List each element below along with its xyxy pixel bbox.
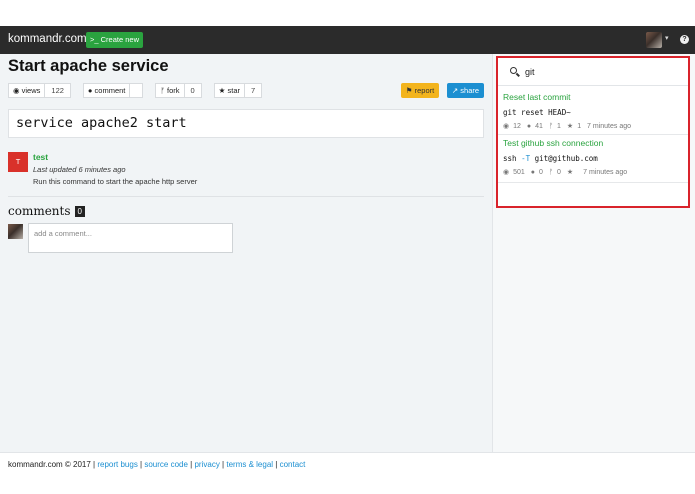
report-button[interactable]: ⚑ report: [401, 83, 439, 98]
command-text[interactable]: service apache2 start: [8, 109, 484, 138]
command-flag: -T: [521, 154, 531, 163]
result-command: ssh -T git@github.com: [503, 154, 688, 163]
brand-logo[interactable]: kommandr.com: [8, 33, 87, 45]
comment-icon: ●: [526, 123, 532, 130]
comment-count: [130, 84, 142, 97]
footer-link-privacy[interactable]: privacy: [194, 460, 219, 469]
comment-label: comment: [94, 86, 126, 95]
share-button[interactable]: ↗ share: [447, 83, 484, 98]
copyright: kommandr.com © 2017: [8, 460, 91, 469]
result-time: 7 minutes ago: [583, 169, 628, 176]
result-title[interactable]: Test github ssh connection: [503, 138, 688, 148]
star-label: star: [227, 86, 240, 95]
result-views: 12: [513, 123, 521, 130]
navbar: kommandr.com >_ Create new ▾ ?: [0, 26, 695, 54]
footer: kommandr.com © 2017 | report bugs | sour…: [0, 452, 695, 494]
result-stars: 1: [577, 123, 582, 130]
user-avatar[interactable]: [646, 32, 662, 48]
comment-icon: ●: [87, 86, 95, 95]
result-time: 7 minutes ago: [587, 123, 632, 130]
fork-button[interactable]: ᚠ fork 0: [155, 83, 202, 98]
eye-icon: ◉: [503, 169, 510, 176]
search-icon: [510, 67, 517, 74]
fork-icon: ᚠ: [548, 123, 554, 130]
top-margin: [0, 0, 695, 26]
help-icon[interactable]: ?: [680, 35, 689, 44]
result-title[interactable]: Reset last commit: [503, 92, 688, 102]
search-panel: Reset last commit git reset HEAD~ ◉12 ●4…: [496, 56, 690, 208]
result-command: git reset HEAD~: [503, 108, 571, 117]
star-icon: ★: [566, 123, 574, 130]
chevron-down-icon[interactable]: ▾: [665, 34, 669, 42]
comment-icon: ●: [530, 169, 535, 176]
comment-input[interactable]: [28, 223, 233, 253]
flag-icon: ⚑: [405, 86, 415, 95]
eye-icon: ◉: [13, 86, 22, 95]
share-label: share: [460, 86, 480, 95]
views-label: views: [21, 86, 41, 95]
star-icon: ★: [566, 169, 574, 176]
report-label: report: [414, 86, 435, 95]
stats-bar: ◉ views 122 ● comment ᚠ fork 0 ★ star 7: [8, 83, 274, 98]
search-input[interactable]: [525, 65, 675, 79]
fork-label: fork: [166, 86, 180, 95]
search-result[interactable]: Test github ssh connection ssh -T git@gi…: [498, 138, 688, 176]
footer-link-report-bugs[interactable]: report bugs: [97, 460, 137, 469]
result-forks: 0: [557, 169, 561, 176]
divider: [8, 196, 484, 197]
footer-text: kommandr.com © 2017 | report bugs | sour…: [8, 460, 306, 469]
result-meta: ◉ 501 ● 0 ᚠ0 ★ 7 minutes ago: [503, 168, 688, 176]
command-detail: Start apache service ◉ views 122 ● comme…: [0, 54, 492, 452]
command-rest: git@github.com: [530, 154, 598, 163]
result-divider: [498, 134, 688, 135]
fork-icon: ᚠ: [548, 169, 554, 176]
search-result[interactable]: Reset last commit git reset HEAD~ ◉ 12 ● 4…: [498, 92, 688, 130]
current-user-avatar: [8, 224, 23, 239]
last-updated: Last updated 6 minutes ago: [33, 165, 126, 174]
comments-count-badge: 0: [74, 206, 85, 217]
author-name[interactable]: test: [33, 152, 48, 162]
search-row: [498, 58, 688, 86]
create-new-button[interactable]: >_ Create new: [86, 32, 143, 48]
result-forks: 1: [557, 123, 561, 130]
footer-link-source-code[interactable]: source code: [144, 460, 188, 469]
views-stat: ◉ views 122: [8, 83, 71, 98]
sidebar: Reset last commit git reset HEAD~ ◉12 ●4…: [492, 54, 695, 452]
footer-link-contact[interactable]: contact: [280, 460, 306, 469]
comments-heading: comments 0: [8, 204, 85, 218]
author-avatar[interactable]: T: [8, 152, 28, 172]
comments-title: comments: [8, 204, 71, 218]
star-count: 7: [251, 86, 256, 95]
eye-icon: ◉: [503, 123, 510, 130]
fork-count: 0: [190, 86, 195, 95]
result-comments: 41: [535, 123, 543, 130]
footer-link-terms[interactable]: terms & legal: [226, 460, 273, 469]
star-button[interactable]: ★ star 7: [213, 83, 263, 98]
fork-icon: ᚠ: [160, 86, 167, 95]
result-divider: [498, 182, 688, 183]
comment-stat[interactable]: ● comment: [82, 83, 144, 98]
result-meta: ◉ 12 ● 41 ᚠ1 ★ 1 7 minutes ago: [503, 122, 688, 130]
command-description: Run this command to start the apache htt…: [33, 177, 198, 186]
views-count: 122: [51, 86, 64, 95]
result-comments: 0: [538, 169, 543, 176]
result-views: 501: [513, 169, 525, 176]
command-prefix: ssh: [503, 154, 522, 163]
page-title: Start apache service: [8, 57, 169, 75]
